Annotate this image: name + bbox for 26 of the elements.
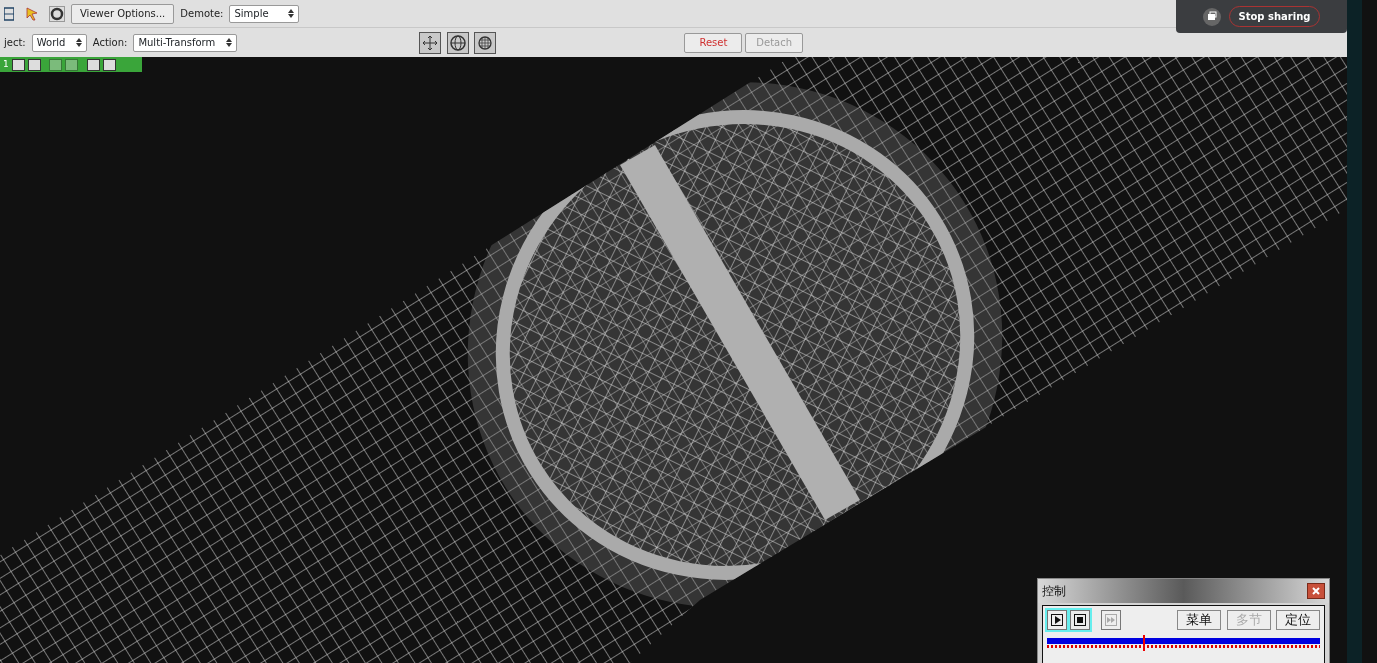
- maximize-icon[interactable]: [86, 58, 100, 71]
- pointer-icon[interactable]: [25, 6, 38, 21]
- spinner-arrows-icon[interactable]: [226, 38, 233, 47]
- play-icon[interactable]: [1047, 610, 1067, 630]
- grid-icon[interactable]: [4, 5, 14, 22]
- dialog-button[interactable]: 菜单: [1177, 610, 1221, 630]
- reset-button[interactable]: Reset: [684, 32, 743, 53]
- dialog-title: 控制: [1042, 583, 1066, 600]
- viewer-options-button[interactable]: Viewer Options...: [71, 3, 175, 24]
- timeline-track[interactable]: [1047, 635, 1320, 651]
- stop-icon[interactable]: [1069, 610, 1090, 630]
- action-label: Action:: [92, 36, 128, 50]
- action-select[interactable]: Multi-Transform: [133, 33, 238, 52]
- demote-label: Demote:: [180, 7, 224, 21]
- globe-icon[interactable]: [446, 31, 469, 54]
- move-icon[interactable]: [419, 31, 442, 54]
- object-label: ject:: [4, 36, 26, 50]
- viewport-number: 1: [3, 57, 9, 71]
- spinner-arrows-icon[interactable]: [288, 9, 295, 18]
- mesh-globe-icon[interactable]: [474, 31, 497, 54]
- object-select[interactable]: World: [31, 33, 87, 52]
- timeline-marker[interactable]: [1142, 635, 1145, 651]
- demote-select[interactable]: Simple: [229, 4, 300, 23]
- spinner-arrows-icon[interactable]: [75, 38, 82, 47]
- ring-icon[interactable]: [49, 5, 65, 22]
- dialog-button[interactable]: 定位: [1276, 610, 1320, 630]
